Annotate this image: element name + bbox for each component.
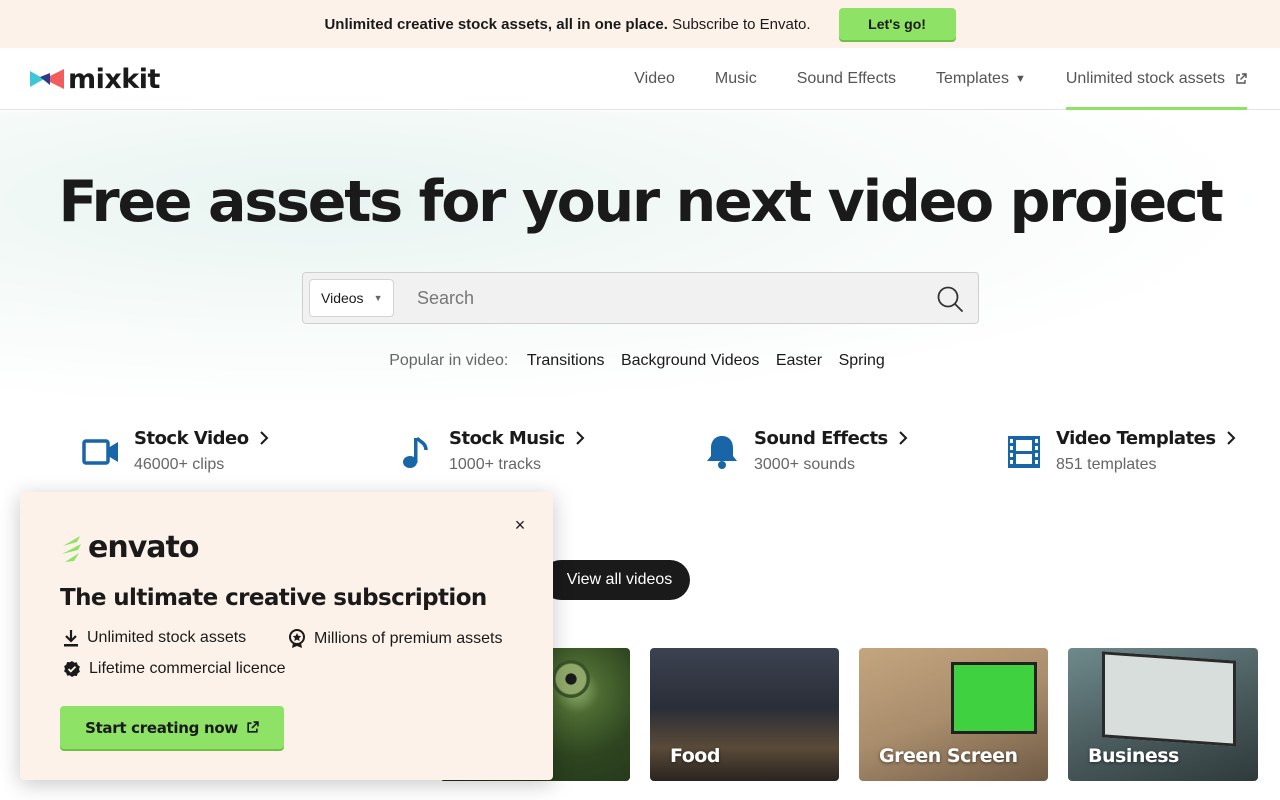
popular-label: Popular in video: xyxy=(389,352,509,369)
thumbnail-label: Food xyxy=(670,745,720,767)
envato-leaf-icon xyxy=(62,535,81,562)
start-creating-label: Start creating now xyxy=(85,718,238,737)
close-icon[interactable]: × xyxy=(511,516,529,534)
caret-down-icon: ▼ xyxy=(1014,73,1026,85)
popular-tag[interactable]: Background Videos xyxy=(621,352,759,369)
chevron-right-icon xyxy=(259,431,269,445)
category-subtitle: 46000+ clips xyxy=(134,456,225,473)
thumbnail-image xyxy=(552,660,590,698)
thumbnail-label: Business xyxy=(1088,745,1179,767)
verified-check-icon xyxy=(64,661,80,677)
thumbnail-business[interactable]: Business xyxy=(1068,648,1258,781)
mixkit-logo-icon xyxy=(30,69,64,89)
category-stock-music[interactable]: Stock Music 1000+ tracks xyxy=(397,424,585,474)
thumbnail-image xyxy=(951,662,1037,734)
feature-label: Millions of premium assets xyxy=(314,630,503,647)
envato-logo: envato xyxy=(60,530,199,565)
thumbnail-food[interactable]: Food xyxy=(650,648,839,781)
video-camera-icon xyxy=(82,439,118,465)
promo-banner: Unlimited creative stock assets, all in … xyxy=(0,0,1280,48)
thumbnail-image xyxy=(1102,651,1236,747)
nav-video[interactable]: Video xyxy=(634,48,675,110)
chevron-right-icon xyxy=(899,431,908,445)
nav-unlimited-stock-assets[interactable]: Unlimited stock assets xyxy=(1065,48,1248,110)
feature-item: Lifetime commercial licence xyxy=(63,660,286,678)
search-bar: Videos ▼ xyxy=(302,272,979,324)
chevron-right-icon xyxy=(1226,431,1236,445)
site-header: mixkit Video Music Sound Effects Templat… xyxy=(0,48,1280,110)
bell-icon xyxy=(707,436,737,469)
chevron-right-icon xyxy=(575,431,585,445)
nav-sound-effects-label: Sound Effects xyxy=(796,70,897,87)
nav-music-label: Music xyxy=(714,70,757,87)
lets-go-button[interactable]: Let's go! xyxy=(838,8,956,40)
modal-title: The ultimate creative subscription xyxy=(60,585,487,611)
award-badge-icon xyxy=(289,629,305,648)
feature-item: Unlimited stock assets xyxy=(63,629,246,647)
view-all-videos-button[interactable]: View all videos xyxy=(541,560,690,600)
hero-title: Free assets for your next video project xyxy=(58,169,1223,235)
nav-sound-effects[interactable]: Sound Effects xyxy=(797,48,896,110)
search-icon[interactable] xyxy=(936,285,964,313)
nav-templates-label: Templates xyxy=(936,70,1009,87)
popular-tags: Popular in video: Transitions Background… xyxy=(0,352,1280,370)
nav-music[interactable]: Music xyxy=(715,48,757,110)
feature-label: Lifetime commercial licence xyxy=(89,660,286,677)
start-creating-button[interactable]: Start creating now xyxy=(60,706,284,749)
music-note-icon xyxy=(403,436,428,468)
category-title: Stock Video xyxy=(134,427,249,449)
thumbnail-label: Green Screen xyxy=(879,745,1018,767)
category-subtitle: 851 templates xyxy=(1056,456,1157,473)
envato-promo-modal: × envato The ultimate creative subscript… xyxy=(20,492,553,780)
category-sound-effects[interactable]: Sound Effects 3000+ sounds xyxy=(702,424,908,474)
search-type-value: Videos xyxy=(321,290,364,306)
category-video-templates[interactable]: Video Templates 851 templates xyxy=(1004,424,1236,474)
popular-tag[interactable]: Easter xyxy=(776,352,822,369)
category-subtitle: 3000+ sounds xyxy=(754,456,855,473)
popular-tag[interactable]: Spring xyxy=(839,352,885,369)
thumbnail-green-screen[interactable]: Green Screen xyxy=(859,648,1048,781)
nav-templates[interactable]: Templates ▼ xyxy=(936,48,1026,110)
category-stock-video[interactable]: Stock Video 46000+ clips xyxy=(82,424,269,474)
external-link-icon xyxy=(247,721,259,733)
category-title: Video Templates xyxy=(1056,427,1216,449)
category-title: Sound Effects xyxy=(754,427,888,449)
category-title: Stock Music xyxy=(449,427,565,449)
envato-brand-text: envato xyxy=(88,530,199,565)
download-icon xyxy=(64,630,78,647)
mixkit-logo[interactable]: mixkit xyxy=(30,62,160,96)
feature-label: Unlimited stock assets xyxy=(87,629,247,646)
feature-item: Millions of premium assets xyxy=(288,629,503,649)
main-nav: Video Music Sound Effects Templates ▼ Unl… xyxy=(594,48,1248,110)
nav-unlimited-label: Unlimited stock assets xyxy=(1065,70,1225,87)
logo-text: mixkit xyxy=(68,63,160,95)
promo-message: Unlimited creative stock assets, all in … xyxy=(324,15,811,33)
category-subtitle: 1000+ tracks xyxy=(449,456,542,473)
popular-tag[interactable]: Transitions xyxy=(527,352,605,369)
external-link-icon xyxy=(1236,73,1247,84)
caret-down-icon: ▼ xyxy=(373,293,383,303)
search-input[interactable] xyxy=(417,273,917,323)
search-type-select[interactable]: Videos ▼ xyxy=(309,279,394,317)
film-strip-icon xyxy=(1008,436,1040,468)
nav-video-label: Video xyxy=(634,70,675,87)
